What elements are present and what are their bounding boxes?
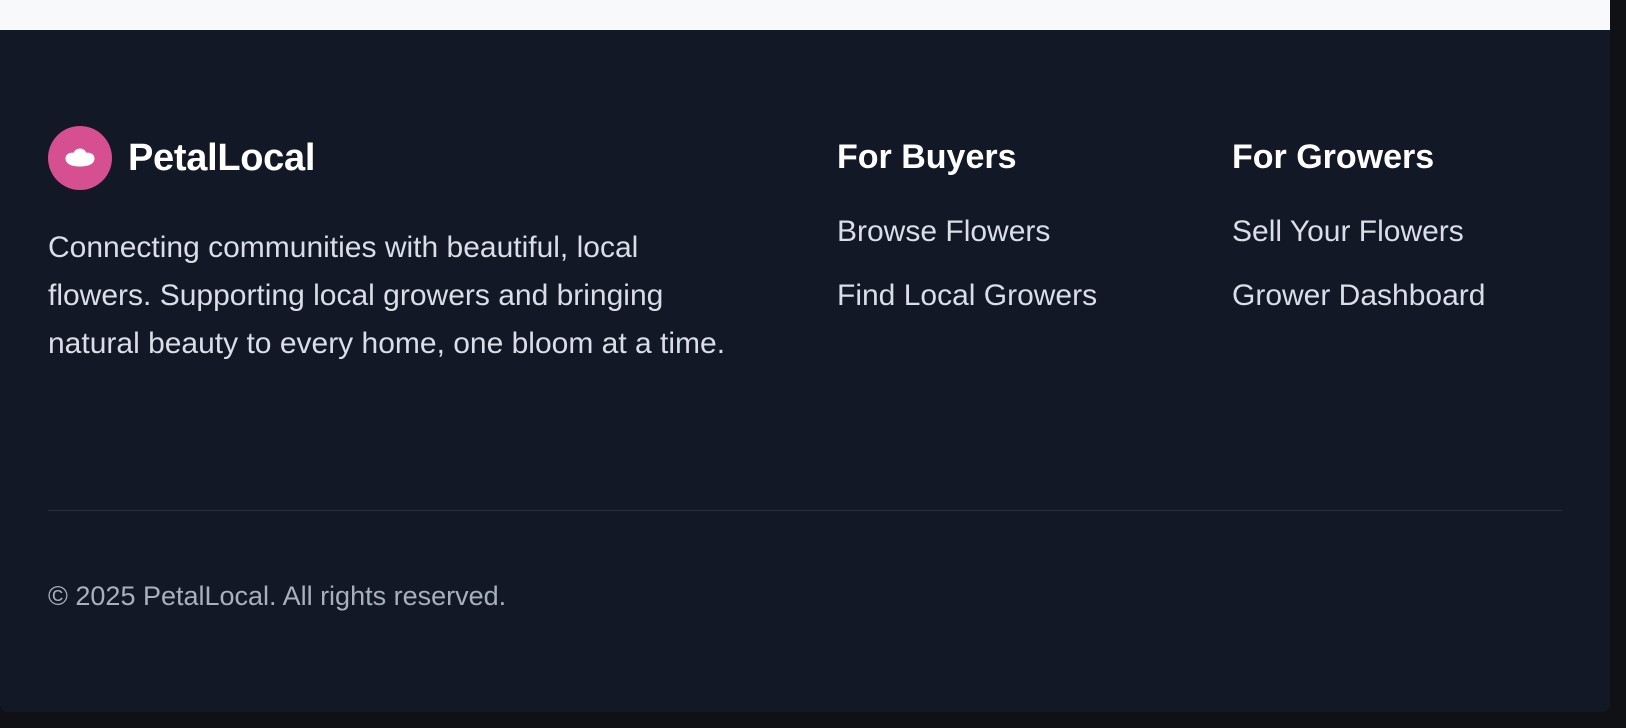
footer-divider [48,510,1562,511]
site-footer: PetalLocal Connecting communities with b… [0,30,1610,712]
footer-column-buyers: For Buyers Browse Flowers Find Local Gro… [837,128,1097,328]
footer-brand[interactable]: PetalLocal [48,126,315,190]
link-item: Grower Dashboard [1232,264,1485,328]
buyers-links: Browse Flowers Find Local Growers [837,200,1097,328]
footer-column-growers: For Growers Sell Your Flowers Grower Das… [1232,128,1485,328]
page-content-edge [0,0,1610,30]
footer-tagline: Connecting communities with beautiful, l… [48,231,726,360]
link-item: Browse Flowers [837,200,1097,264]
column-title-buyers: For Buyers [837,138,1017,176]
flower-bloom-icon [48,126,112,190]
growers-links: Sell Your Flowers Grower Dashboard [1232,200,1485,328]
page: PetalLocal Connecting communities with b… [0,0,1626,728]
brand-name: PetalLocal [128,136,316,179]
flower-bloom-icon-graphic [65,148,95,167]
link-item: Sell Your Flowers [1232,200,1485,264]
link-item: Find Local Growers [837,264,1097,328]
find-local-growers-link[interactable]: Find Local Growers [837,279,1097,312]
grower-dashboard-link[interactable]: Grower Dashboard [1232,279,1485,312]
column-title-growers: For Growers [1232,138,1435,176]
browse-flowers-link[interactable]: Browse Flowers [837,215,1050,248]
copyright-text: © 2025 PetalLocal. All rights reserved. [48,581,507,611]
sell-your-flowers-link[interactable]: Sell Your Flowers [1232,215,1464,248]
